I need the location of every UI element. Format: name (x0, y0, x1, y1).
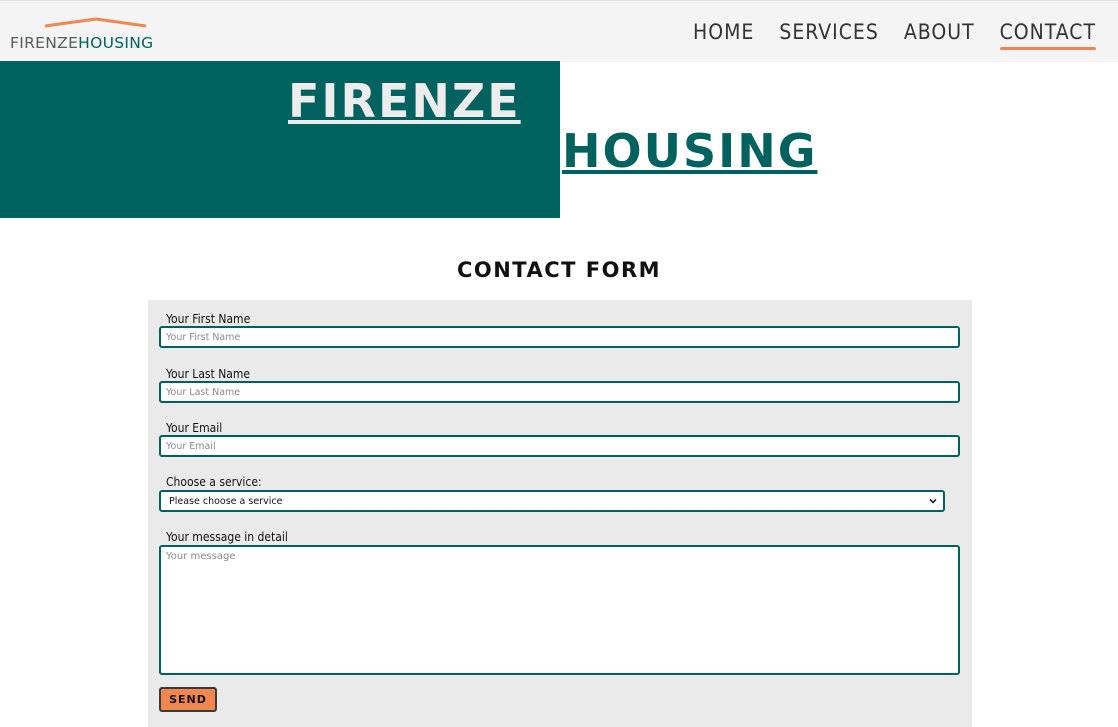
nav-item-about[interactable]: ABOUT (904, 20, 975, 48)
nav-item-contact[interactable]: CONTACT (999, 20, 1097, 50)
hero-title-housing: HOUSING (562, 124, 818, 178)
nav-item-home[interactable]: HOME (693, 20, 754, 48)
site-logo[interactable]: FIRENZEHOUSING (10, 17, 180, 53)
send-button[interactable]: SEND (159, 687, 217, 712)
email-label: Your Email (166, 421, 223, 435)
chevron-down-icon (929, 498, 937, 504)
logo-text-housing: HOUSING (78, 34, 154, 52)
site-header: FIRENZEHOUSING HOME SERVICES ABOUT CONTA… (0, 0, 1118, 62)
main-nav: HOME SERVICES ABOUT CONTACT (693, 20, 1097, 50)
message-label: Your message in detail (166, 530, 288, 544)
logo-text-firenze: FIRENZE (10, 34, 79, 52)
hero-title-firenze: FIRENZE (288, 74, 521, 128)
roof-icon (44, 17, 147, 28)
email-input[interactable] (159, 435, 960, 457)
logo-text: FIRENZEHOUSING (10, 34, 154, 52)
last-name-input[interactable] (159, 381, 960, 403)
last-name-label: Your Last Name (166, 367, 251, 381)
first-name-label: Your First Name (166, 312, 251, 326)
service-label: Choose a service: (166, 475, 262, 489)
nav-item-services[interactable]: SERVICES (779, 20, 879, 48)
message-textarea[interactable] (159, 545, 960, 675)
service-select-value: Please choose a service (169, 495, 283, 507)
service-select[interactable]: Please choose a service (159, 490, 945, 512)
first-name-input[interactable] (159, 326, 960, 348)
contact-form: Your First Name Your Last Name Your Emai… (148, 300, 972, 727)
contact-form-title: CONTACT FORM (456, 258, 662, 282)
